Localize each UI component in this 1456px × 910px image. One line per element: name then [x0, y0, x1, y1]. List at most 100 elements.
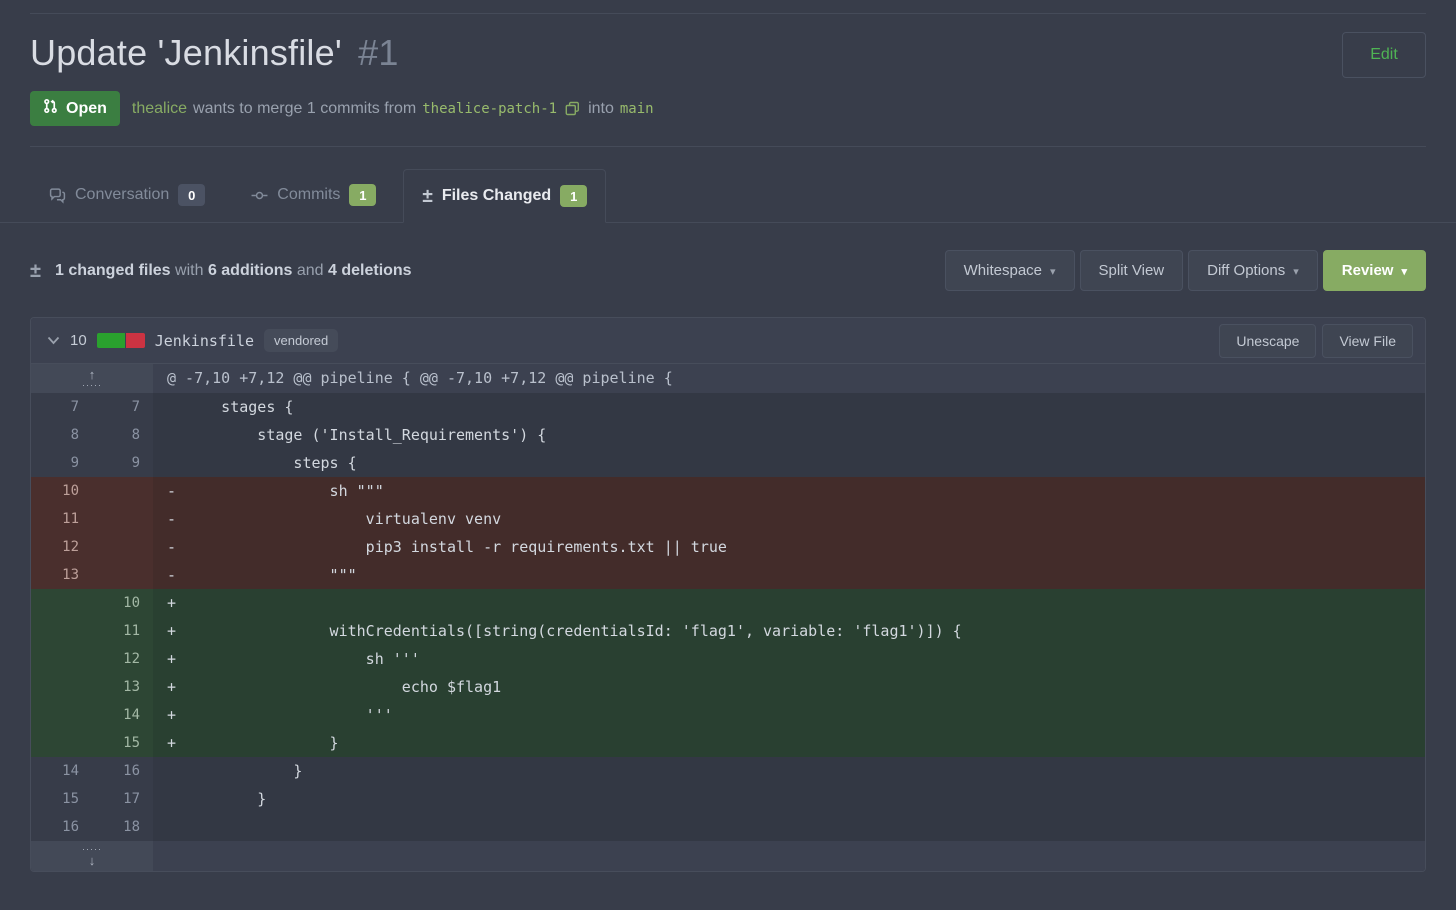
new-line-number: 9 [92, 449, 153, 477]
old-line-number [31, 617, 92, 645]
pr-description: thealice wants to merge 1 commits from t… [132, 100, 654, 118]
diff-summary: ± 1 changed files with 6 additions and 4… [30, 261, 412, 281]
code-line: } [167, 762, 303, 780]
chevron-down-icon: ▾ [1050, 266, 1056, 278]
diff-row-added: 15 + } [31, 729, 1425, 757]
code-cell: + sh ''' [153, 645, 1425, 673]
new-line-number: 14 [92, 701, 153, 729]
diff-options-button[interactable]: Diff Options ▾ [1188, 250, 1318, 291]
code-cell: - """ [153, 561, 1425, 589]
diffstat-deletions-bar [125, 333, 145, 348]
diff-row-deleted: 13 - """ [31, 561, 1425, 589]
new-line-number [92, 533, 153, 561]
page-title: Update 'Jenkinsfile' #1 [30, 32, 399, 74]
diff-toolbar-row: ± 1 changed files with 6 additions and 4… [0, 250, 1456, 291]
code-line: + } [167, 734, 339, 752]
code-cell: steps { [153, 449, 1425, 477]
new-line-number: 10 [92, 589, 153, 617]
pr-number: #1 [358, 32, 399, 73]
split-view-button[interactable]: Split View [1079, 250, 1184, 291]
whitespace-button[interactable]: Whitespace ▾ [944, 250, 1075, 291]
old-line-number: 8 [31, 421, 92, 449]
code-cell: + echo $flag1 [153, 673, 1425, 701]
button-label: Split View [1098, 262, 1165, 279]
chat-icon [49, 187, 66, 204]
old-line-number: 12 [31, 533, 92, 561]
chevron-down-icon: ▾ [1293, 266, 1299, 278]
new-line-number: 15 [92, 729, 153, 757]
view-file-button[interactable]: View File [1322, 323, 1413, 358]
code-line: stages { [167, 398, 294, 416]
new-line-number: 13 [92, 673, 153, 701]
copy-branch-icon[interactable] [565, 101, 580, 116]
hunk-header-text: @ -7,10 +7,12 @@ pipeline { @@ -7,10 +7,… [167, 369, 673, 387]
code-line: - virtualenv venv [167, 510, 502, 528]
commit-icon [251, 187, 268, 204]
expand-up-cell[interactable]: ↑ ····· [31, 364, 153, 393]
old-line-number: 10 [31, 477, 92, 505]
vendored-badge: vendored [264, 329, 339, 352]
old-line-number: 9 [31, 449, 92, 477]
expand-down-filler [153, 841, 1425, 871]
target-branch-label[interactable]: main [620, 101, 654, 117]
new-line-number: 16 [92, 757, 153, 785]
file-name[interactable]: Jenkinsfile [155, 332, 254, 350]
edit-button[interactable]: Edit [1342, 32, 1426, 78]
diff-row-deleted: 11 - virtualenv venv [31, 505, 1425, 533]
tab-label: Conversation [75, 186, 170, 203]
tab-label: Files Changed [441, 187, 552, 204]
code-line: + ''' [167, 706, 393, 724]
changed-files-count: 1 changed files [54, 261, 171, 279]
diff-body: ↑ ····· @ -7,10 +7,12 @@ pipeline { @@ -7,… [31, 364, 1425, 871]
review-button[interactable]: Review ▾ [1322, 250, 1426, 291]
old-line-number [31, 729, 92, 757]
hunk-header-cell: @ -7,10 +7,12 @@ pipeline { @@ -7,10 +7,… [153, 364, 1425, 393]
code-line: - pip3 install -r requirements.txt || tr… [167, 538, 727, 556]
expand-up-icon: ↑ ····· [82, 366, 102, 390]
diff-summary-text: 1 changed files with 6 additions and 4 d… [55, 262, 412, 280]
tab-commits[interactable]: Commits 1 [232, 168, 395, 222]
code-line: stage ('Install_Requirements') { [167, 426, 547, 444]
tab-files-changed[interactable]: ± Files Changed 1 [403, 169, 607, 223]
additions-count: 6 additions [207, 261, 293, 279]
diff-row-added: 10 + [31, 589, 1425, 617]
new-line-number: 17 [92, 785, 153, 813]
code-cell: + withCredentials([string(credentialsId:… [153, 617, 1425, 645]
new-line-number: 12 [92, 645, 153, 673]
pr-meta: Open thealice wants to merge 1 commits f… [0, 91, 1456, 126]
code-line: - sh """ [167, 482, 384, 500]
code-line: + withCredentials([string(credentialsId:… [167, 622, 962, 640]
header-divider [30, 146, 1426, 147]
expand-down-cell[interactable]: ····· ↓ [31, 841, 153, 871]
code-cell: - sh """ [153, 477, 1425, 505]
code-cell: } [153, 757, 1425, 785]
code-cell: - pip3 install -r requirements.txt || tr… [153, 533, 1425, 561]
source-branch-label[interactable]: thealice-patch-1 [422, 101, 557, 117]
tab-count-badge: 0 [178, 184, 206, 206]
old-line-number: 16 [31, 813, 92, 841]
diff-row-context: 88 stage ('Install_Requirements') { [31, 421, 1425, 449]
code-cell: stage ('Install_Requirements') { [153, 421, 1425, 449]
code-cell: + ''' [153, 701, 1425, 729]
unescape-button[interactable]: Unescape [1219, 323, 1317, 358]
tab-conversation[interactable]: Conversation 0 [30, 168, 224, 222]
file-diffstat-bar [96, 333, 145, 348]
status-badge-label: Open [66, 99, 107, 117]
file-diff-box: 10 Jenkinsfile vendored Unescape View Fil… [30, 317, 1426, 872]
tab-count-badge: 1 [560, 185, 588, 207]
file-header-left: 10 Jenkinsfile vendored [47, 329, 339, 352]
code-line: - """ [167, 566, 357, 584]
old-line-number [31, 701, 92, 729]
diff-row-added: 13 + echo $flag1 [31, 673, 1425, 701]
diff-row-context: 99 steps { [31, 449, 1425, 477]
expand-down-icon: ····· ↓ [82, 844, 102, 868]
collapse-file-icon[interactable] [47, 336, 60, 345]
author-link[interactable]: thealice [132, 100, 187, 118]
code-line [153, 813, 1425, 841]
new-line-number: 7 [92, 393, 153, 421]
top-divider [30, 13, 1426, 14]
file-header-buttons: Unescape View File [1219, 323, 1413, 358]
diff-row-added: 11 + withCredentials([string(credentialsI… [31, 617, 1425, 645]
old-line-number: 15 [31, 785, 92, 813]
old-line-number [31, 645, 92, 673]
